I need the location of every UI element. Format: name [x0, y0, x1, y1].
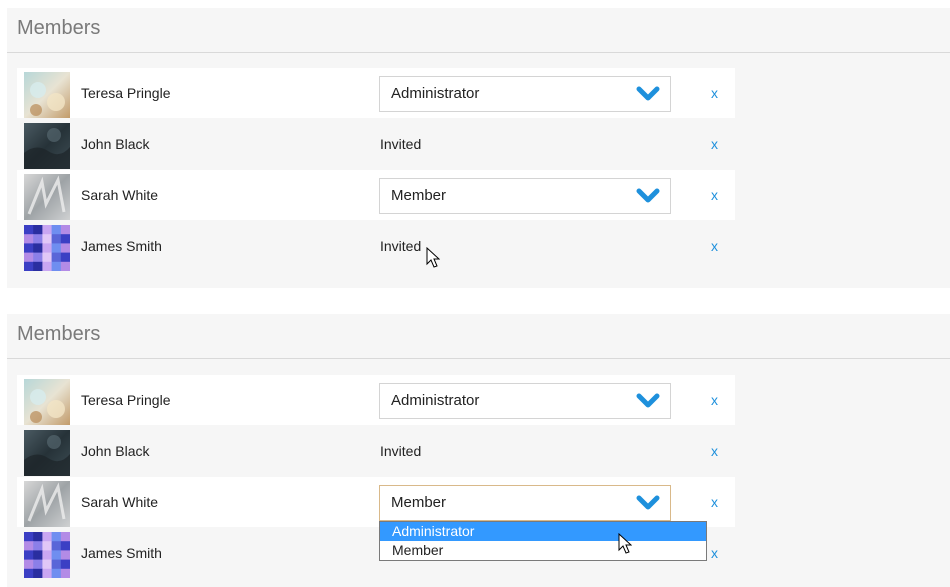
- role-select[interactable]: Member: [379, 485, 671, 521]
- member-row: Sarah White Member x: [17, 477, 735, 527]
- remove-member-button[interactable]: x: [711, 221, 718, 271]
- remove-member-button[interactable]: x: [711, 528, 718, 578]
- member-name: Sarah White: [81, 187, 159, 203]
- remove-member-button[interactable]: x: [711, 375, 718, 425]
- chevron-down-icon: [636, 393, 660, 408]
- member-name: Teresa Pringle: [81, 392, 171, 408]
- member-row: James Smith Invited x: [17, 221, 735, 271]
- remove-member-button[interactable]: x: [711, 170, 718, 220]
- role-select-value: Administrator: [391, 392, 480, 409]
- member-name: James Smith: [81, 238, 162, 254]
- avatar: [24, 225, 70, 271]
- role-select[interactable]: Member: [379, 178, 671, 214]
- avatar: [24, 532, 70, 578]
- mouse-cursor-icon: [426, 247, 440, 268]
- members-panel-top: Members Teresa Pringle Administrator x J…: [7, 8, 950, 288]
- role-select-value: Member: [391, 494, 447, 511]
- panel-title: Members: [17, 323, 101, 345]
- chevron-down-icon: [636, 86, 660, 101]
- member-row: John Black Invited x: [17, 119, 735, 169]
- role-select-value: Administrator: [391, 85, 480, 102]
- member-name: Teresa Pringle: [81, 85, 171, 101]
- remove-member-button[interactable]: x: [711, 477, 718, 527]
- remove-member-button[interactable]: x: [711, 426, 718, 476]
- member-row: John Black Invited x: [17, 426, 735, 476]
- member-name: Sarah White: [81, 494, 159, 510]
- status-invited: Invited: [380, 238, 422, 254]
- avatar: [24, 123, 70, 169]
- dropdown-option-administrator[interactable]: Administrator: [380, 522, 706, 541]
- title-divider: [7, 358, 950, 359]
- role-select[interactable]: Administrator: [379, 76, 671, 112]
- avatar: [24, 430, 70, 476]
- member-row: Sarah White Member x: [17, 170, 735, 220]
- panel-title: Members: [17, 17, 101, 39]
- members-panel-bottom: Members Teresa Pringle Administrator x J…: [7, 314, 950, 587]
- chevron-down-icon: [636, 188, 660, 203]
- role-select-value: Member: [391, 187, 447, 204]
- mouse-cursor-icon: [618, 533, 632, 554]
- remove-member-button[interactable]: x: [711, 68, 718, 118]
- role-select[interactable]: Administrator: [379, 383, 671, 419]
- status-invited: Invited: [380, 136, 422, 152]
- avatar: [24, 379, 70, 425]
- role-dropdown-list: Administrator Member: [379, 521, 707, 561]
- member-row: Teresa Pringle Administrator x: [17, 68, 735, 118]
- chevron-down-icon: [636, 495, 660, 510]
- title-divider: [7, 52, 950, 53]
- remove-member-button[interactable]: x: [711, 119, 718, 169]
- member-name: James Smith: [81, 545, 162, 561]
- member-name: John Black: [81, 136, 150, 152]
- member-row: Teresa Pringle Administrator x: [17, 375, 735, 425]
- member-name: John Black: [81, 443, 150, 459]
- avatar: [24, 174, 70, 220]
- avatar: [24, 72, 70, 118]
- status-invited: Invited: [380, 443, 422, 459]
- dropdown-option-member[interactable]: Member: [380, 541, 706, 560]
- avatar: [24, 481, 70, 527]
